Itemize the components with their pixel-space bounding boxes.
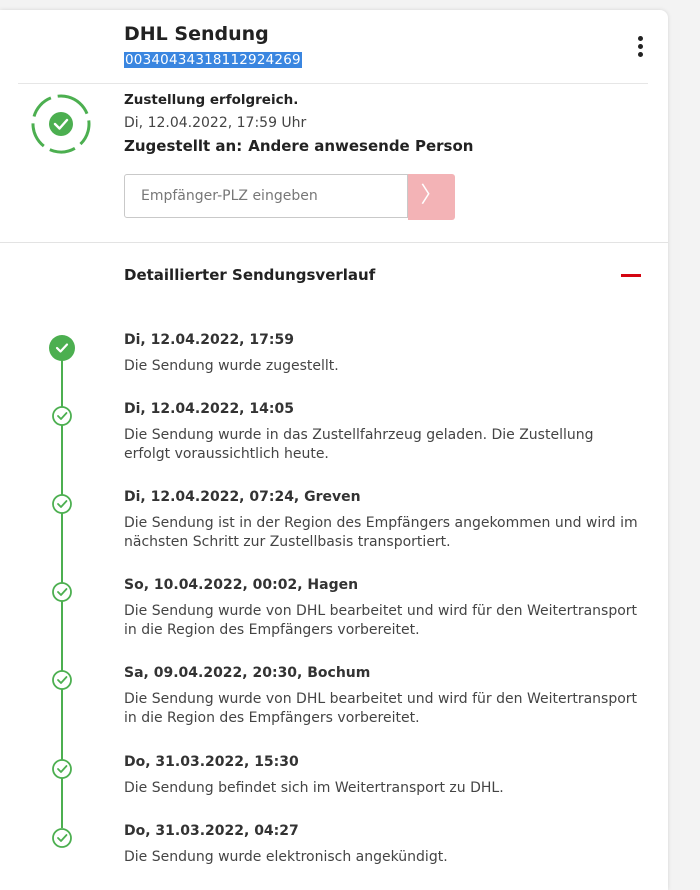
event-description: Die Sendung wurde in das Zustellfahrzeug…: [124, 427, 594, 462]
shipment-card: DHL Sendung 00340434318112924269 Zustell…: [0, 10, 668, 890]
event-date: Do, 31.03.2022, 04:27: [124, 823, 299, 839]
delivered-to-value: Andere anwesende Person: [248, 137, 474, 155]
timeline-check-filled-icon: [49, 335, 75, 361]
event-date: Di, 12.04.2022, 14:05: [124, 401, 294, 417]
delivered-to: Zugestellt an: Andere anwesende Person: [124, 137, 473, 155]
timeline-check-icon: [52, 406, 72, 426]
event-date: Di, 12.04.2022, 17:59: [124, 332, 294, 348]
page-title: DHL Sendung: [124, 23, 269, 45]
event-description: Die Sendung wurde zugestellt.: [124, 358, 339, 374]
timeline-check-icon: [52, 828, 72, 848]
timeline-check-icon: [52, 670, 72, 690]
event-date: Sa, 09.04.2022, 20:30, Bochum: [124, 665, 371, 681]
more-options-icon[interactable]: [632, 36, 648, 62]
event-description: Die Sendung befindet sich im Weitertrans…: [124, 780, 504, 796]
status-headline: Zustellung erfolgreich.: [124, 92, 299, 108]
event-description: Die Sendung ist in der Region des Empfän…: [124, 515, 638, 550]
event-description: Die Sendung wurde von DHL bearbeitet und…: [124, 603, 638, 638]
plz-submit-button[interactable]: 〉: [408, 174, 455, 220]
status-date: Di, 12.04.2022, 17:59 Uhr: [124, 115, 307, 131]
timeline-check-icon: [52, 582, 72, 602]
divider: [0, 242, 668, 243]
event-description: Die Sendung wurde von DHL bearbeitet und…: [124, 691, 638, 726]
event-date: Do, 31.03.2022, 15:30: [124, 754, 299, 770]
event-date: Di, 12.04.2022, 07:24, Greven: [124, 489, 361, 505]
chevron-right-icon: 〉: [420, 183, 443, 208]
event-date: So, 10.04.2022, 00:02, Hagen: [124, 577, 359, 593]
timeline-check-icon: [52, 494, 72, 514]
delivered-to-label: Zugestellt an:: [124, 137, 243, 155]
minus-icon[interactable]: [621, 274, 641, 277]
history-title: Detaillierter Sendungsverlauf: [124, 266, 376, 284]
recipient-plz-input[interactable]: [124, 174, 408, 218]
event-description: Die Sendung wurde elektronisch angekündi…: [124, 849, 448, 865]
tracking-number[interactable]: 00340434318112924269: [124, 52, 302, 68]
timeline-check-icon: [52, 759, 72, 779]
delivered-check-icon: [31, 94, 91, 154]
divider: [18, 83, 648, 84]
